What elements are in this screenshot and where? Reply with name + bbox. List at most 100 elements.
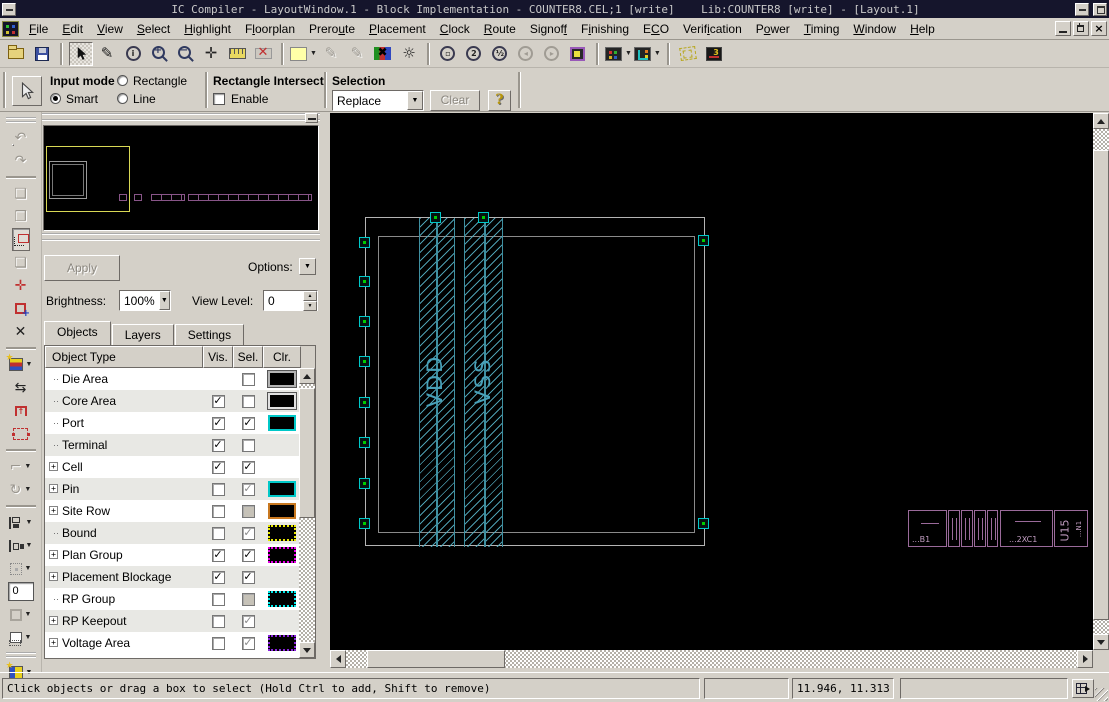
- align-button[interactable]: ▼: [9, 511, 33, 534]
- dropdown-arrow-icon[interactable]: ▼: [26, 519, 33, 526]
- delete-object-button[interactable]: ✕: [15, 320, 27, 343]
- cell-narrow[interactable]: [974, 510, 986, 547]
- copy-attributes-button[interactable]: ❑: [14, 182, 27, 205]
- voltage-area-color-swatch[interactable]: [268, 635, 296, 651]
- copy-object-button[interactable]: [15, 297, 26, 320]
- overview-minimize-button[interactable]: [305, 113, 318, 123]
- toolbar-grip[interactable]: [6, 117, 36, 123]
- object-row-port[interactable]: Port: [45, 412, 299, 434]
- dropdown-arrow-icon[interactable]: ▼: [625, 50, 632, 57]
- cell-visible-checkbox[interactable]: [212, 461, 225, 474]
- distribute-button[interactable]: ▼: [9, 534, 33, 557]
- abut-button[interactable]: [15, 399, 27, 422]
- port-pin[interactable]: [359, 518, 370, 529]
- rp-group-visible-checkbox[interactable]: [212, 593, 225, 606]
- object-row-plan-group[interactable]: +Plan Group: [45, 544, 299, 566]
- object-row-cell[interactable]: +Cell: [45, 456, 299, 478]
- zoom-two-button[interactable]: 2: [462, 42, 486, 66]
- port-pin[interactable]: [359, 478, 370, 489]
- plan-group-visible-checkbox[interactable]: [212, 549, 225, 562]
- object-row-bound[interactable]: Bound: [45, 522, 299, 544]
- help-button[interactable]: ?: [488, 90, 511, 111]
- menu-route[interactable]: Route: [477, 19, 523, 39]
- bound-color-swatch[interactable]: [268, 525, 296, 541]
- mdi-minimize-button[interactable]: [1055, 21, 1071, 36]
- selection-mode-combo[interactable]: Replace ▼: [332, 90, 424, 111]
- dropdown-arrow-icon[interactable]: ▼: [24, 486, 31, 493]
- menu-power[interactable]: Power: [749, 19, 797, 39]
- port-pin[interactable]: [359, 276, 370, 287]
- title-maximize-button[interactable]: [1093, 3, 1107, 16]
- port-pin[interactable]: [359, 237, 370, 248]
- expand-icon[interactable]: +: [49, 572, 58, 581]
- menu-verification[interactable]: Verification: [676, 19, 749, 39]
- dropdown-arrow-icon[interactable]: ▼: [25, 565, 32, 572]
- object-row-pin[interactable]: +Pin: [45, 478, 299, 500]
- canvas-scroll-down-button[interactable]: [1093, 634, 1109, 650]
- query-info-button[interactable]: i: [121, 42, 145, 66]
- menu-help[interactable]: Help: [903, 19, 942, 39]
- apply-button[interactable]: Apply: [44, 255, 120, 281]
- port-pin[interactable]: [359, 356, 370, 367]
- rp-group-color-swatch[interactable]: [268, 591, 296, 607]
- spacing[interactable]: 0: [8, 582, 34, 601]
- scroll-thumb[interactable]: [299, 388, 315, 518]
- previous-view-button[interactable]: ◂: [514, 42, 538, 66]
- layer-palette-button[interactable]: ▼: [605, 42, 632, 66]
- color-category-button[interactable]: ▼: [9, 353, 33, 376]
- expand-icon[interactable]: +: [49, 550, 58, 559]
- column-header-sel[interactable]: Sel.: [233, 346, 263, 368]
- port-color-swatch[interactable]: [268, 415, 296, 431]
- port-selectable-checkbox[interactable]: [242, 417, 255, 430]
- input-mode-line-radio[interactable]: [117, 93, 128, 104]
- object-row-terminal[interactable]: Terminal: [45, 434, 299, 456]
- placement-blockage-visible-checkbox[interactable]: [212, 571, 225, 584]
- status-command-field[interactable]: [900, 678, 1068, 699]
- canvas-hscrollbar[interactable]: [330, 650, 1093, 668]
- expand-icon[interactable]: +: [49, 638, 58, 647]
- dropdown-arrow-icon[interactable]: ▼: [25, 611, 32, 618]
- menu-highlight[interactable]: Highlight: [177, 19, 238, 39]
- input-mode-rectangle-radio[interactable]: [117, 75, 128, 86]
- port-pin[interactable]: [359, 316, 370, 327]
- rp-keepout-visible-checkbox[interactable]: [212, 615, 225, 628]
- options-dropdown-button[interactable]: ▼: [299, 258, 316, 275]
- menu-view[interactable]: View: [90, 19, 130, 39]
- highlight-color-button[interactable]: ▼: [290, 42, 317, 66]
- site-row-visible-checkbox[interactable]: [212, 505, 225, 518]
- clear-highlight-button[interactable]: [371, 42, 395, 66]
- object-row-rp-group[interactable]: RP Group: [45, 588, 299, 610]
- window-menu-button[interactable]: [2, 3, 16, 16]
- menu-floorplan[interactable]: Floorplan: [238, 19, 302, 39]
- rp-group-selectable-checkbox[interactable]: [242, 593, 255, 606]
- spacing-button[interactable]: 0: [8, 580, 34, 603]
- object-row-die-area[interactable]: Die Area: [45, 368, 299, 390]
- zoom-fit-button[interactable]: ▫: [436, 42, 460, 66]
- menu-clock[interactable]: Clock: [433, 19, 477, 39]
- canvas-scroll-left-button[interactable]: [330, 650, 346, 668]
- core-area-visible-checkbox[interactable]: [212, 395, 225, 408]
- tab-settings[interactable]: Settings: [175, 324, 244, 345]
- unhighlight-pencil-button[interactable]: ✎: [345, 42, 369, 66]
- bound-visible-checkbox[interactable]: [212, 527, 225, 540]
- dropdown-arrow-icon[interactable]: ▼: [26, 361, 33, 368]
- expand-icon[interactable]: +: [49, 462, 58, 471]
- pin-selectable-checkbox[interactable]: [242, 483, 255, 496]
- object-row-core-area[interactable]: Core Area: [45, 390, 299, 412]
- open-design-button[interactable]: [4, 42, 28, 66]
- zoom-in-button[interactable]: +: [147, 42, 171, 66]
- die-area-color-swatch[interactable]: [268, 371, 296, 387]
- net-view-button[interactable]: ▼: [634, 42, 661, 66]
- snap-button[interactable]: ▼: [10, 557, 32, 580]
- voltage-area-visible-checkbox[interactable]: [212, 637, 225, 650]
- canvas-hscroll-thumb[interactable]: [367, 650, 505, 668]
- menu-file[interactable]: File: [22, 19, 55, 39]
- cell-narrow[interactable]: [948, 510, 960, 547]
- menu-window[interactable]: Window: [846, 19, 903, 39]
- overview-splitter-top[interactable]: [42, 113, 320, 121]
- bound-selectable-checkbox[interactable]: [242, 527, 255, 540]
- resize-button[interactable]: ▼: [10, 603, 32, 626]
- die-area-selectable-checkbox[interactable]: [242, 373, 255, 386]
- flip-object-button[interactable]: ⇆: [15, 376, 27, 399]
- menu-signoff[interactable]: Signoff: [523, 19, 574, 39]
